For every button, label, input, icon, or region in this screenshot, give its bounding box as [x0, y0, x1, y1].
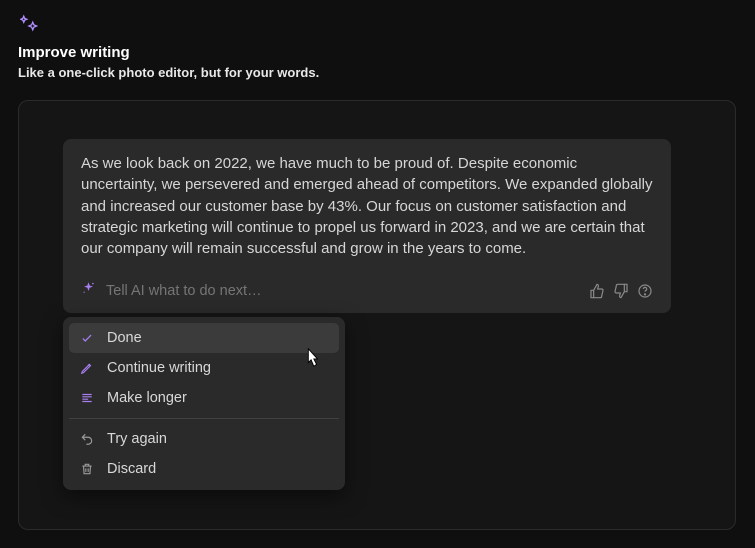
menu-item-discard[interactable]: Discard — [69, 454, 339, 484]
page-title: Improve writing — [18, 44, 319, 61]
ai-output-block: As we look back on 2022, we have much to… — [63, 139, 671, 313]
menu-item-label: Try again — [107, 431, 167, 447]
menu-separator — [69, 418, 339, 419]
menu-item-done[interactable]: Done — [69, 323, 339, 353]
menu-item-make-longer[interactable]: Make longer — [69, 383, 339, 413]
thumbs-down-icon[interactable] — [613, 283, 629, 299]
ai-output-text: As we look back on 2022, we have much to… — [81, 153, 653, 259]
ai-action-menu: Done Continue writing Make longer Try ag… — [63, 317, 345, 490]
menu-item-label: Make longer — [107, 390, 187, 406]
menu-item-label: Continue writing — [107, 360, 211, 376]
menu-item-try-again[interactable]: Try again — [69, 424, 339, 454]
page-subtitle: Like a one-click photo editor, but for y… — [18, 65, 319, 80]
pencil-icon — [79, 361, 95, 375]
help-icon[interactable] — [637, 283, 653, 299]
sparkle-icon — [81, 281, 96, 301]
menu-item-label: Done — [107, 330, 142, 346]
menu-item-continue-writing[interactable]: Continue writing — [69, 353, 339, 383]
check-icon — [79, 331, 95, 345]
thumbs-up-icon[interactable] — [589, 283, 605, 299]
menu-item-label: Discard — [107, 461, 156, 477]
undo-icon — [79, 432, 95, 446]
ai-prompt-input[interactable] — [106, 283, 579, 299]
trash-icon — [79, 462, 95, 476]
lines-icon — [79, 391, 95, 405]
magic-icon — [20, 14, 38, 37]
content-panel: As we look back on 2022, we have much to… — [18, 100, 736, 530]
